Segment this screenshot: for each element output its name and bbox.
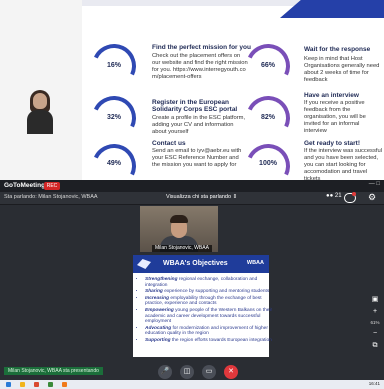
progress-percent-1: 16% bbox=[106, 62, 121, 69]
meeting-window: GoToMeeting REC — □ Sta parlando: Milan … bbox=[0, 180, 384, 389]
participants-button[interactable]: ●● 21 bbox=[326, 193, 342, 199]
gotomeeting-taskbar-icon[interactable] bbox=[62, 382, 67, 387]
slide-header: WBAA's Objectives WBAA bbox=[133, 255, 269, 273]
wbaa-logo: WBAA bbox=[246, 260, 264, 266]
zoom-level: 61% bbox=[370, 320, 380, 325]
presenter-hair bbox=[170, 215, 188, 223]
snapshot-icon[interactable]: ▣ bbox=[368, 295, 382, 303]
participant-face bbox=[33, 93, 47, 109]
folder-icon[interactable] bbox=[20, 382, 25, 387]
side-toolbar: ▣ + 61% − ⧉ bbox=[368, 295, 382, 355]
shared-slide-area: 16% Find the perfect mission for you Che… bbox=[0, 0, 384, 195]
objective-item: Empowering young people of the Western B… bbox=[145, 308, 273, 325]
minimize-icon[interactable]: — bbox=[369, 181, 375, 187]
slide-title: WBAA's Objectives bbox=[163, 260, 228, 267]
objective-item: Increasing employability through the exc… bbox=[145, 296, 273, 307]
recording-badge: REC bbox=[44, 182, 60, 190]
objective-item: Strengthening regional exchange, collabo… bbox=[145, 277, 273, 288]
window-controls[interactable]: — □ bbox=[369, 181, 380, 187]
title-bar: GoToMeeting REC — □ bbox=[0, 180, 384, 192]
popout-icon[interactable]: ⧉ bbox=[368, 342, 382, 350]
step-body-1: Check out the placement offers on our we… bbox=[152, 53, 248, 80]
os-taskbar: 16:41 bbox=[0, 380, 384, 389]
objective-item: Sharing experience by supporting and men… bbox=[145, 289, 273, 295]
objectives-list: Strengthening regional exchange, collabo… bbox=[137, 277, 273, 345]
slide-logo-icon bbox=[137, 259, 151, 269]
app-icon[interactable] bbox=[48, 382, 53, 387]
progress-percent-6: 100% bbox=[259, 160, 277, 167]
camera-icon: ◫ bbox=[180, 365, 194, 379]
mic-icon: 🎤 bbox=[158, 365, 172, 379]
start-icon[interactable] bbox=[6, 382, 11, 387]
progress-percent-3: 49% bbox=[106, 160, 121, 167]
meeting-info-bar: Sta parlando: Milan Stojanovic, WBAA Vis… bbox=[0, 192, 384, 205]
leave-icon: ✕ bbox=[224, 365, 238, 379]
step-title-2: Register in the European Solidarity Corp… bbox=[152, 99, 238, 113]
zoom-in-icon[interactable]: + bbox=[368, 308, 382, 315]
objective-item: Advocating for modernization and improve… bbox=[145, 326, 273, 337]
objective-item: Supporting the region efforts towards Eu… bbox=[145, 338, 273, 344]
participant-camera-thumbnail[interactable] bbox=[0, 0, 82, 180]
step-title-4: Wait for the response bbox=[304, 46, 371, 53]
browser-icon[interactable] bbox=[34, 382, 39, 387]
view-mode-select[interactable]: Visualizza chi sta parlando ⇕ bbox=[166, 194, 237, 200]
presentation-slide: WBAA's Objectives WBAA Strengthening reg… bbox=[133, 255, 272, 357]
step-body-2: Create a profile in the ESC platform, ad… bbox=[152, 115, 246, 135]
gear-icon[interactable]: ⚙ bbox=[368, 192, 376, 203]
progress-percent-5: 82% bbox=[260, 114, 275, 121]
progress-percent-2: 32% bbox=[106, 114, 121, 121]
step-body-5: If you receive a positive feedback from … bbox=[304, 100, 366, 134]
step-title-1: Find the perfect mission for you bbox=[152, 44, 251, 51]
step-body-4: Keep in mind that Host Organisations gen… bbox=[304, 56, 380, 83]
chevron-updown-icon: ⇕ bbox=[232, 194, 238, 200]
taskbar-clock: 16:41 bbox=[368, 381, 380, 386]
step-body-6: If the interview was successful and you … bbox=[304, 148, 382, 182]
step-title-6: Get ready to start! bbox=[304, 140, 360, 147]
step-title-5: Have an interview bbox=[304, 92, 359, 99]
active-speaker-text: Sta parlando: Milan Stojanovic, WBAA bbox=[4, 194, 98, 200]
people-icon: ●● bbox=[326, 193, 334, 199]
zoom-out-icon[interactable]: − bbox=[368, 330, 382, 337]
step-title-3: Contact us bbox=[152, 140, 186, 147]
restore-icon[interactable]: □ bbox=[376, 181, 380, 187]
meeting-stage: Milan Stojanovic, WBAA WBAA's Objectives… bbox=[0, 205, 384, 365]
step-body-3: Send an email to iyv@aebr.eu with your E… bbox=[152, 148, 242, 168]
screen-icon: ▭ bbox=[202, 365, 216, 379]
app-name-menu[interactable]: GoToMeeting bbox=[4, 182, 45, 189]
chat-notification-dot bbox=[352, 192, 356, 196]
participant-body bbox=[27, 110, 53, 134]
progress-percent-4: 66% bbox=[260, 62, 275, 69]
camera-name-label: Milan Stojanovic, WBAA bbox=[152, 245, 212, 252]
